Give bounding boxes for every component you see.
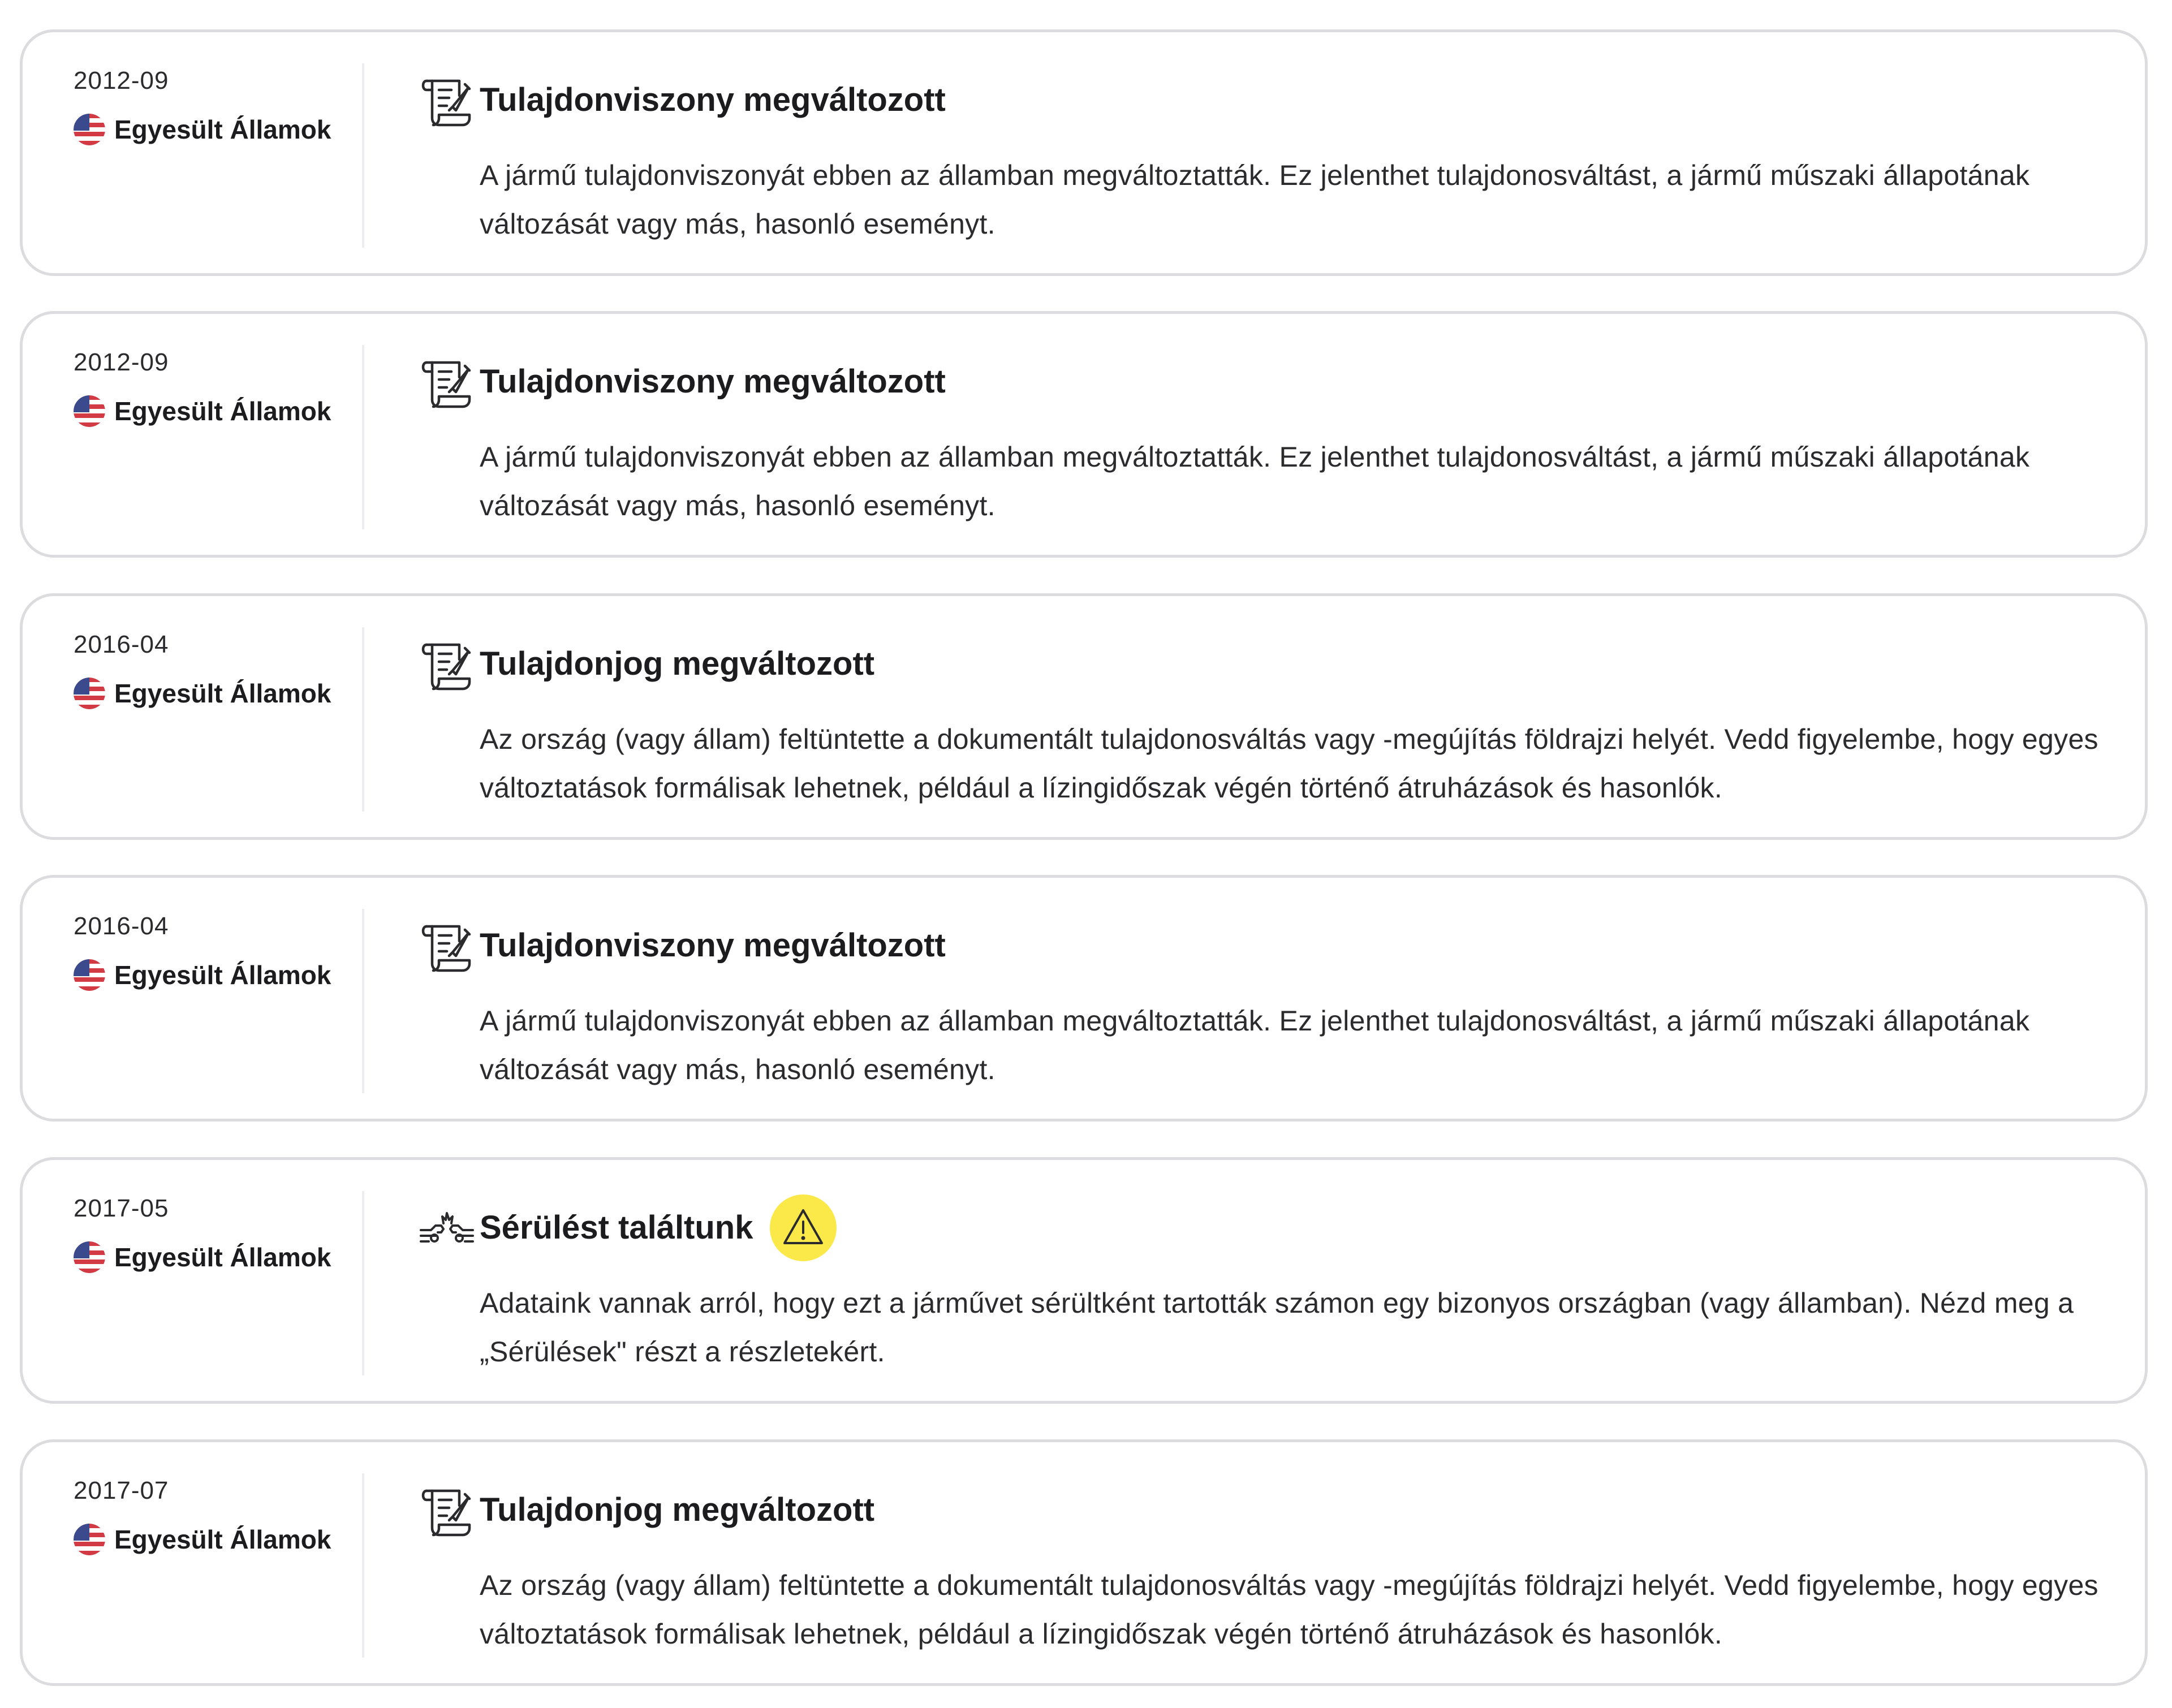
vertical-divider — [362, 345, 364, 529]
history-event-card: 2016-04 Egyesült Államok — [20, 593, 2148, 840]
vertical-divider — [362, 627, 364, 812]
event-title: Tulajdonjog megváltozott — [480, 645, 875, 682]
vertical-divider — [362, 63, 364, 248]
event-date: 2016-04 — [74, 912, 169, 940]
event-title: Tulajdonviszony megváltozott — [480, 927, 946, 964]
vertical-divider — [362, 1473, 364, 1658]
us-flag-icon — [74, 678, 105, 709]
event-description: A jármű tulajdonviszonyát ebben az állam… — [480, 159, 2030, 240]
event-title: Tulajdonjog megváltozott — [480, 1491, 875, 1528]
country-name: Egyesült Államok — [114, 1243, 331, 1272]
event-country: Egyesült Államok — [74, 395, 356, 427]
event-country: Egyesült Államok — [74, 114, 356, 145]
event-meta: 2017-05 Egyesült Államok — [74, 1193, 356, 1273]
document-edit-icon — [419, 73, 475, 130]
event-title-row: Tulajdonviszony megváltozott — [480, 348, 946, 416]
warning-icon — [783, 1209, 824, 1244]
event-meta: 2012-09 Egyesült Államok — [74, 347, 356, 427]
event-country: Egyesült Államok — [74, 1524, 356, 1555]
warning-badge — [770, 1194, 837, 1261]
document-edit-icon — [419, 918, 475, 975]
event-meta: 2012-09 Egyesült Államok — [74, 65, 356, 145]
history-event-card: 2012-09 Egyesült Államok Tulajdonviszony… — [20, 311, 2148, 558]
document-edit-icon — [419, 637, 475, 693]
event-country: Egyesült Államok — [74, 678, 356, 709]
event-title: Sérülést találtunk — [480, 1209, 753, 1246]
event-date: 2017-05 — [74, 1194, 169, 1222]
event-title: Tulajdonviszony megváltozott — [480, 363, 946, 400]
car-crash-icon — [419, 1201, 475, 1257]
event-meta: 2017-07 Egyesült Államok — [74, 1475, 356, 1555]
event-date: 2017-07 — [74, 1477, 169, 1504]
event-title-row: Sérülést találtunk — [480, 1194, 837, 1262]
us-flag-icon — [74, 114, 105, 145]
event-description: Az ország (vagy állam) feltüntette a dok… — [480, 1569, 2098, 1650]
country-name: Egyesült Államok — [114, 396, 331, 426]
event-meta: 2016-04 Egyesült Államok — [74, 629, 356, 709]
event-meta: 2016-04 Egyesült Államok — [74, 911, 356, 991]
event-country: Egyesült Államok — [74, 1241, 356, 1273]
us-flag-icon — [74, 959, 105, 991]
event-description: Adataink vannak arról, hogy ezt a járműv… — [480, 1287, 2074, 1368]
history-event-card-damage: 2017-05 Egyesült Államok Sérülést talált… — [20, 1157, 2148, 1404]
us-flag-icon — [74, 1241, 105, 1273]
document-edit-icon — [419, 1483, 475, 1539]
history-event-card: 2012-09 Egyesült Államok Tulajdonviszony… — [20, 29, 2148, 276]
country-name: Egyesült Államok — [114, 115, 331, 144]
history-event-card: 2016-04 Egyesült Államok — [20, 875, 2148, 1122]
event-title-row: Tulajdonjog megváltozott — [480, 1476, 874, 1544]
event-date: 2012-09 — [74, 348, 169, 376]
event-date: 2016-04 — [74, 631, 169, 658]
vertical-divider — [362, 909, 364, 1093]
event-title-row: Tulajdonjog megváltozott — [480, 630, 874, 698]
us-flag-icon — [74, 395, 105, 427]
country-name: Egyesült Államok — [114, 960, 331, 990]
event-title: Tulajdonviszony megváltozott — [480, 81, 946, 118]
history-event-card: 2017-07 Egyesült Államok Tulajdonjog meg… — [20, 1439, 2148, 1686]
document-edit-icon — [419, 355, 475, 411]
event-description: A jármű tulajdonviszonyát ebben az állam… — [480, 441, 2030, 521]
us-flag-icon — [74, 1524, 105, 1555]
vehicle-history-timeline: 2012-09 Egyesült Államok Tulajdonviszony… — [0, 0, 2172, 1708]
event-title-row: Tulajdonviszony megváltozott — [480, 912, 946, 980]
vertical-divider — [362, 1191, 364, 1375]
country-name: Egyesült Államok — [114, 1525, 331, 1554]
event-title-row: Tulajdonviszony megváltozott — [480, 66, 946, 134]
event-date: 2012-09 — [74, 67, 169, 94]
event-description: Az ország (vagy állam) feltüntette a dok… — [480, 723, 2098, 804]
country-name: Egyesült Államok — [114, 679, 331, 708]
event-description: A jármű tulajdonviszonyát ebben az állam… — [480, 1005, 2030, 1085]
event-country: Egyesült Államok — [74, 959, 356, 991]
